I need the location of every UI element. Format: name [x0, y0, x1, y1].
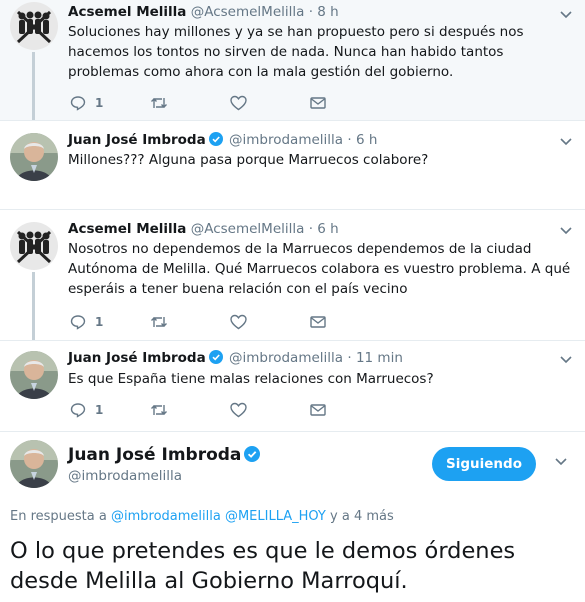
message-button[interactable]: [310, 312, 326, 332]
tweet-text: Millones??? Alguna pasa porque Marruecos…: [68, 152, 429, 168]
reply-count: 1: [95, 96, 104, 110]
thread-line: [32, 52, 35, 120]
reply-icon: [70, 96, 86, 111]
tweet-1[interactable]: Acsemel Melilla @AcsemelMelilla · 8 h So…: [0, 0, 585, 120]
retweet-button[interactable]: [150, 400, 168, 420]
author-handle[interactable]: @AcsemelMelilla: [191, 221, 305, 237]
divider: [0, 431, 585, 432]
reply-icon: [70, 403, 86, 418]
tweet-actions: 1: [68, 400, 368, 420]
following-button[interactable]: Siguiendo: [432, 447, 536, 481]
author-name[interactable]: Juan José Imbroda: [68, 132, 206, 148]
retweet-icon: [151, 405, 167, 415]
verified-icon: [244, 446, 261, 462]
tweet-text: Es que España tiene malas relaciones con…: [68, 371, 434, 387]
reply-button[interactable]: 1: [70, 93, 103, 113]
author-name[interactable]: Acsemel Melilla: [68, 221, 186, 237]
tweet-header: Acsemel Melilla @AcsemelMelilla · 8 h: [68, 3, 339, 21]
verified-icon: [208, 350, 223, 364]
envelope-icon: [310, 97, 326, 109]
thread-line: [32, 272, 35, 340]
tweet-3[interactable]: Acsemel Melilla @AcsemelMelilla · 6 h No…: [0, 210, 585, 340]
author-name[interactable]: Juan José Imbroda: [68, 350, 206, 366]
heart-icon: [230, 402, 247, 418]
timestamp[interactable]: 11 min: [356, 350, 403, 366]
reply-context: En respuesta a @imbrodamelilla @MELILLA_…: [10, 508, 394, 526]
tweet-actions: 1: [68, 312, 368, 332]
author-handle[interactable]: @imbrodamelilla: [229, 350, 343, 366]
avatar[interactable]: [10, 440, 58, 488]
like-button[interactable]: [230, 400, 247, 420]
separator: ·: [308, 4, 313, 20]
reply-button[interactable]: 1: [70, 312, 103, 332]
reply-count: 1: [95, 315, 104, 329]
timestamp[interactable]: 8 h: [317, 4, 338, 20]
heart-icon: [230, 95, 247, 111]
reply-prefix: En respuesta a: [10, 509, 107, 524]
tweet-actions: 1: [68, 93, 368, 113]
author-name[interactable]: Juan José Imbroda: [68, 444, 262, 466]
like-button[interactable]: [230, 93, 247, 113]
author-name[interactable]: Acsemel Melilla: [68, 4, 186, 20]
separator: ·: [308, 221, 313, 237]
avatar[interactable]: [10, 351, 58, 399]
separator: ·: [347, 132, 352, 148]
author-name-text[interactable]: Juan José Imbroda: [68, 445, 241, 465]
heart-icon: [230, 314, 247, 330]
avatar[interactable]: [10, 133, 58, 181]
retweet-button[interactable]: [150, 312, 168, 332]
reply-suffix[interactable]: y a 4 más: [330, 509, 394, 524]
envelope-icon: [310, 316, 326, 328]
tweet-text: O lo que pretendes es que le demos órden…: [10, 538, 516, 594]
avatar[interactable]: [10, 2, 58, 50]
tweet-header: Juan José Imbroda @imbrodamelilla · 6 h: [68, 131, 377, 149]
group-icon: [10, 2, 58, 50]
chevron-down-icon[interactable]: [559, 10, 573, 20]
message-button[interactable]: [310, 93, 326, 113]
author-handle[interactable]: @imbrodamelilla: [68, 467, 182, 485]
chevron-down-icon[interactable]: [559, 355, 573, 365]
avatar[interactable]: [10, 222, 58, 270]
tweet-header: Juan José Imbroda @imbrodamelilla · 11 m…: [68, 349, 403, 367]
person-icon: [10, 351, 58, 399]
reply-icon: [70, 315, 86, 330]
person-icon: [10, 133, 58, 181]
retweet-button[interactable]: [150, 93, 168, 113]
tweet-text: Nosotros no dependemos de la Marruecos d…: [68, 241, 571, 297]
retweet-icon: [151, 98, 167, 108]
author-handle[interactable]: @AcsemelMelilla: [191, 4, 305, 20]
tweet-header: Acsemel Melilla @AcsemelMelilla · 6 h: [68, 220, 339, 238]
message-button[interactable]: [310, 400, 326, 420]
chevron-down-icon[interactable]: [554, 457, 568, 467]
tweet-2[interactable]: Juan José Imbroda @imbrodamelilla · 6 h …: [0, 121, 585, 209]
reply-button[interactable]: 1: [70, 400, 103, 420]
envelope-icon: [310, 404, 326, 416]
timestamp[interactable]: 6 h: [356, 132, 377, 148]
tweet-4[interactable]: Juan José Imbroda @imbrodamelilla · 11 m…: [0, 341, 585, 431]
timestamp[interactable]: 6 h: [317, 221, 338, 237]
like-button[interactable]: [230, 312, 247, 332]
reply-mentions[interactable]: @imbrodamelilla @MELILLA_HOY: [111, 509, 326, 524]
retweet-icon: [151, 317, 167, 327]
group-icon: [10, 222, 58, 270]
reply-count: 1: [95, 403, 104, 417]
author-handle[interactable]: @imbrodamelilla: [229, 132, 343, 148]
chevron-down-icon[interactable]: [559, 226, 573, 236]
verified-icon: [208, 132, 223, 146]
tweet-text: Soluciones hay millones y ya se han prop…: [68, 24, 524, 80]
chevron-down-icon[interactable]: [559, 137, 573, 147]
separator: ·: [347, 350, 352, 366]
person-icon: [10, 440, 58, 488]
